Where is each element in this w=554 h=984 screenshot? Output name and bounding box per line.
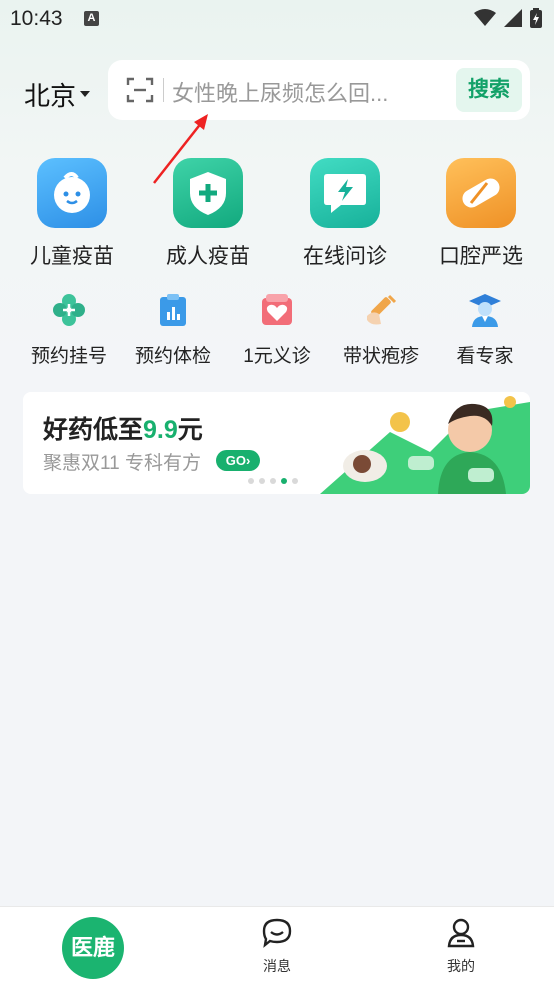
promo-banner[interactable]: 好药低至9.9元 聚惠双11 专科有方 GO› (23, 392, 530, 494)
bottom-nav: 医鹿 消息 我的 (0, 906, 554, 984)
nav-messages[interactable]: 消息 (247, 917, 307, 976)
carousel-dots (248, 478, 298, 484)
service-appointment[interactable]: 预约挂号 (16, 292, 122, 368)
banner-subtitle: 聚惠双11 专科有方 (43, 453, 202, 474)
city-label: 北京 (24, 81, 77, 111)
service-child-vaccine[interactable]: 儿童疫苗 (12, 158, 132, 270)
service-label: 预约挂号 (30, 346, 107, 367)
banner-title: 好药低至9.9元 (43, 410, 203, 446)
search-divider (163, 78, 164, 102)
secondary-service-grid: 预约挂号 预约体检 1元义诊 带状疱疹 看专家 (0, 292, 554, 368)
child-face-icon (37, 158, 107, 228)
carousel-dot (292, 478, 298, 484)
service-label: 口腔严选 (439, 245, 523, 268)
service-label: 儿童疫苗 (30, 245, 114, 268)
syringe-hand-icon (363, 292, 399, 328)
banner-title-prefix: 好药低至 (43, 416, 144, 444)
carousel-dot-active (281, 478, 287, 484)
tooth-pill-icon (446, 158, 516, 228)
service-adult-vaccine[interactable]: 成人疫苗 (148, 158, 268, 270)
chat-bubble-icon (262, 918, 292, 948)
service-oral-select[interactable]: 口腔严选 (421, 158, 541, 270)
service-free-clinic[interactable]: 1元义诊 (224, 292, 330, 368)
carousel-dot (259, 478, 265, 484)
clipboard-chart-icon (155, 292, 191, 328)
medical-cross-icon (51, 292, 87, 328)
city-selector[interactable]: 北京 (24, 76, 91, 113)
service-label: 在线问诊 (303, 245, 387, 268)
scan-icon[interactable] (126, 77, 154, 103)
nav-home-logo[interactable]: 医鹿 (62, 917, 124, 979)
notification-a-icon: A (84, 11, 99, 26)
shield-plus-icon (173, 158, 243, 228)
service-label: 看专家 (456, 346, 514, 367)
service-label: 1元义诊 (243, 346, 311, 367)
go-label: GO (225, 453, 246, 468)
service-shingles[interactable]: 带状疱疹 (328, 292, 434, 368)
service-label: 成人疫苗 (166, 245, 250, 268)
doctor-cap-icon (467, 292, 503, 328)
chat-lightning-icon (310, 158, 380, 228)
banner-go-button[interactable]: GO› (216, 450, 260, 471)
status-time: 10:43 (10, 7, 63, 30)
nav-mine[interactable]: 我的 (431, 917, 491, 976)
carousel-dot (270, 478, 276, 484)
chevron-right-icon: › (245, 453, 251, 468)
status-bar: 10:43 A (0, 0, 554, 40)
wifi-icon (474, 9, 496, 26)
service-label: 带状疱疹 (342, 346, 419, 367)
service-online-consult[interactable]: 在线问诊 (285, 158, 405, 270)
nav-mine-label: 我的 (447, 958, 475, 974)
search-input[interactable]: 女性晚上尿频怎么回... (172, 76, 388, 108)
service-label: 预约体检 (134, 346, 211, 367)
main-service-grid: 儿童疫苗 成人疫苗 在线问诊 口腔严选 (0, 158, 554, 270)
banner-illustration (320, 396, 530, 494)
nav-messages-label: 消息 (263, 958, 291, 974)
service-checkup[interactable]: 预约体检 (120, 292, 226, 368)
service-experts[interactable]: 看专家 (432, 292, 538, 368)
signal-icon (504, 9, 522, 27)
heart-ticket-icon (259, 292, 295, 328)
banner-price: 9.9 (143, 416, 178, 444)
search-button[interactable]: 搜索 (456, 68, 522, 112)
carousel-dot (248, 478, 254, 484)
battery-icon (530, 8, 542, 28)
caret-down-icon (80, 90, 91, 97)
banner-title-suffix: 元 (177, 416, 203, 444)
user-icon (447, 918, 475, 948)
status-icons (474, 8, 542, 28)
